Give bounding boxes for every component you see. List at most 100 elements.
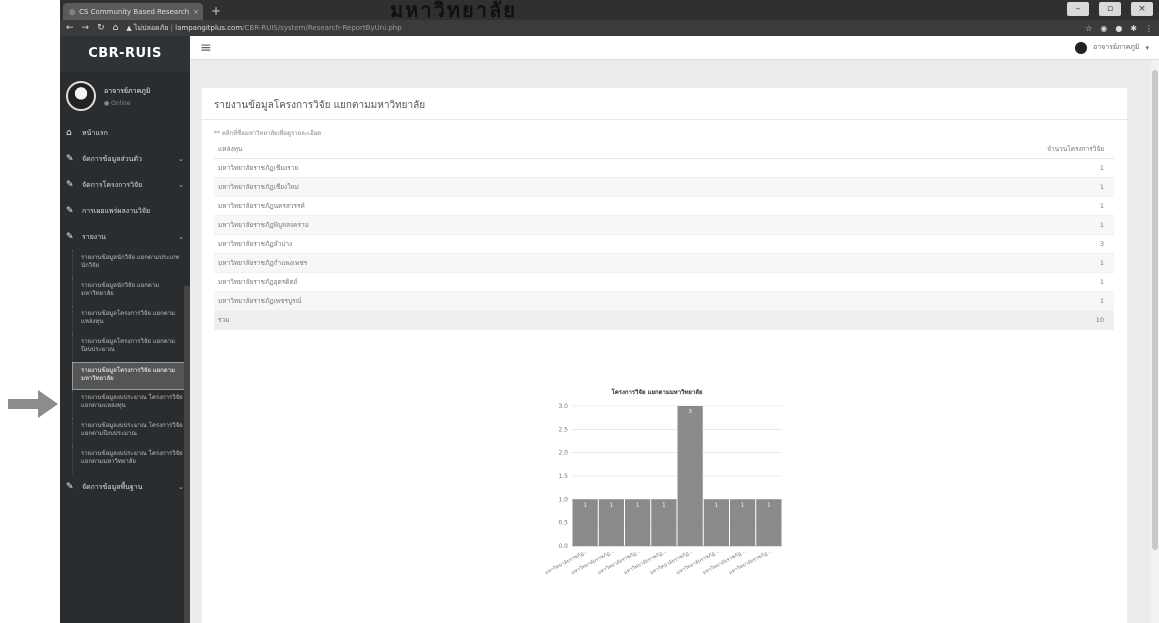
chart-title: โครงการวิจัย แยกตามมหาวิทยาลัย xyxy=(610,388,703,396)
table-row[interactable]: มหาวิทยาลัยราชภัฏพิบูลสงคราม 1 xyxy=(214,215,1114,235)
submenu-item[interactable]: รายงานข้อมูลโครงการวิจัย แยกตามปีงบประมา… xyxy=(72,334,190,362)
user-name: อาจารย์ภาคภูมิ xyxy=(104,86,151,95)
x-tick-label: มหาวิทยาลัยราชภัฏ... xyxy=(544,547,590,576)
sidebar-item-basic-data[interactable]: ✎ จัดการข้อมูลพื้นฐาน ⌄ xyxy=(60,474,190,500)
table-row[interactable]: มหาวิทยาลัยราชภัฏกำแพงเพชร 1 xyxy=(214,253,1114,273)
report-table-body: มหาวิทยาลัยราชภัฏเชียงราย 1 มหาวิทยาลัยราช… xyxy=(214,158,1114,330)
project-count-cell: 1 xyxy=(738,177,1114,197)
bar-value-label: 1 xyxy=(767,502,771,508)
university-name-cell[interactable]: มหาวิทยาลัยราชภัฏพิบูลสงคราม xyxy=(214,215,739,235)
maximize-button[interactable]: ▫ xyxy=(1099,2,1121,16)
submenu-item[interactable]: รายงานข้อมูลโครงการวิจัย แยกตามแหล่งทุน xyxy=(72,306,190,334)
report-panel: รายงานข้อมูลโครงการวิจัย แยกตามมหาวิทยาล… xyxy=(202,88,1127,623)
x-tick-label: มหาวิทยาลัยราชภัฏ... xyxy=(649,547,695,576)
university-name-cell[interactable]: มหาวิทยาลัยราชภัฏนครสวรรค์ xyxy=(214,196,739,216)
reload-icon[interactable]: ↻ xyxy=(97,23,105,33)
bar-value-label: 1 xyxy=(636,502,640,508)
table-row[interactable]: มหาวิทยาลัยราชภัฏนครสวรรค์ 1 xyxy=(214,196,1114,216)
extension-icon[interactable]: ● xyxy=(1115,24,1122,33)
y-tick-label: 0.5 xyxy=(558,520,568,527)
chevron-down-icon: ⌄ xyxy=(178,181,184,189)
bar-value-label: 1 xyxy=(715,502,719,508)
screenshot-frame: ◎ CS Community Based Research × + มหาวิท… xyxy=(0,0,1159,623)
edit-icon: ✎ xyxy=(66,180,74,190)
y-tick-label: 1.0 xyxy=(558,496,568,503)
university-name-cell[interactable]: มหาวิทยาลัยราชภัฏอุตรดิตถ์ xyxy=(214,272,739,292)
back-arrow-icon[interactable]: ← xyxy=(66,23,74,33)
forward-arrow-icon[interactable]: → xyxy=(82,23,90,33)
table-row[interactable]: มหาวิทยาลัยราชภัฏอุตรดิตถ์ 1 xyxy=(214,272,1114,292)
sidebar-item-4[interactable]: ✎ รายงาน ⌄ xyxy=(60,224,190,250)
browser-tab[interactable]: ◎ CS Community Based Research × xyxy=(63,3,203,20)
university-name-cell[interactable]: มหาวิทยาลัยราชภัฏเชียงราย xyxy=(214,158,739,178)
project-count-cell: 1 xyxy=(738,215,1114,235)
university-name-cell[interactable]: มหาวิทยาลัยราชภัฏกำแพงเพชร xyxy=(214,253,739,273)
bar-chart: โครงการวิจัย แยกตามมหาวิทยาลัย 0.0 0.5 1.0 1… xyxy=(542,360,802,603)
new-tab-button[interactable]: + xyxy=(211,4,221,18)
browser-tab-bar: ◎ CS Community Based Research × + มหาวิท… xyxy=(60,0,1159,20)
home-icon: ⌂ xyxy=(66,128,72,138)
window-controls: – ▫ × xyxy=(1067,2,1153,16)
bar-value-label: 1 xyxy=(583,502,587,508)
university-name-cell[interactable]: มหาวิทยาลัยราชภัฏเพชรบูรณ์ xyxy=(214,291,739,311)
address-bar: ← → ↻ ⌂ ▲ ไม่ปลอดภัย | lampangitplus.com… xyxy=(60,20,1159,36)
bar-value-label: 1 xyxy=(610,502,614,508)
puzzle-icon[interactable]: ✱ xyxy=(1130,24,1137,33)
url-path: /CBR-RUIS/system/Research-ReportByUni.ph… xyxy=(242,23,402,32)
project-count-cell: 1 xyxy=(738,196,1114,216)
page-scrollbar[interactable] xyxy=(1151,60,1159,623)
edit-icon: ✎ xyxy=(66,154,74,164)
project-count-cell: 1 xyxy=(738,253,1114,273)
submenu-item[interactable]: รายงานข้อมูลงบประมาณ โครงการวิจัย แยกตาม… xyxy=(72,418,190,446)
star-icon[interactable]: ☆ xyxy=(1085,24,1092,33)
project-count-cell: 1 xyxy=(738,158,1114,178)
tab-close-icon[interactable]: × xyxy=(193,8,199,16)
table-row[interactable]: มหาวิทยาลัยราชภัฏเชียงราย 1 xyxy=(214,158,1114,178)
sidebar-item-label: การเผยแพร่ผลงานวิจัย xyxy=(82,206,151,215)
watermark-title: มหาวิทยาลัย xyxy=(390,0,517,22)
close-window-button[interactable]: × xyxy=(1131,2,1153,16)
x-tick-label: มหาวิทยาลัยราชภัฏ... xyxy=(596,547,642,576)
x-tick-label: มหาวิทยาลัยราชภัฏ... xyxy=(675,547,721,576)
top-navbar: ≡ อาจารย์ภาคภูมิ ▾ xyxy=(190,36,1159,60)
sidebar-item-label: รายงาน xyxy=(82,232,106,241)
sidebar-item-1[interactable]: ✎ จัดการข้อมูลส่วนตัว ⌄ xyxy=(60,146,190,172)
url-field[interactable]: ▲ ไม่ปลอดภัย | lampangitplus.com/CBR-RUI… xyxy=(126,23,1077,34)
x-tick-label: มหาวิทยาลัยราชภัฏ... xyxy=(623,547,669,576)
sidebar-item-0[interactable]: ⌂ หน้าแรก xyxy=(60,120,190,146)
menu-kebab-icon[interactable]: ⋮ xyxy=(1145,24,1153,33)
sidebar-item-label: หน้าแรก xyxy=(82,128,108,137)
pointer-arrow-icon xyxy=(8,390,58,418)
university-name-cell[interactable]: มหาวิทยาลัยราชภัฏลำปาง xyxy=(214,234,739,254)
submenu-item[interactable]: รายงานข้อมูลงบประมาณ โครงการวิจัย แยกตาม… xyxy=(72,446,190,474)
submenu-item[interactable]: รายงานข้อมูลนักวิจัย แยกตามมหาวิทยาลัย xyxy=(72,278,190,306)
home-icon[interactable]: ⌂ xyxy=(113,23,119,33)
sidebar: CBR-RUIS อาจารย์ภาคภูมิ ● Online ⌂ หน้าแร… xyxy=(60,36,190,623)
extension-icon[interactable]: ◉ xyxy=(1100,24,1107,33)
sidebar-item-label: จัดการข้อมูลพื้นฐาน xyxy=(82,482,143,491)
submenu-item-active[interactable]: รายงานข้อมูลโครงการวิจัย แยกตามมหาวิทยาล… xyxy=(72,362,190,390)
chart-bar xyxy=(677,406,703,546)
online-dot-icon: ● xyxy=(104,99,110,107)
total-label: รวม xyxy=(214,310,739,330)
report-submenu: รายงานข้อมูลนักวิจัย แยกตามประเภทนักวิจั… xyxy=(60,250,190,474)
app-root: CBR-RUIS อาจารย์ภาคภูมิ ● Online ⌂ หน้าแร… xyxy=(60,36,1159,623)
bar-chart-svg: โครงการวิจัย แยกตามมหาวิทยาลัย 0.0 0.5 1.0 1… xyxy=(544,388,782,576)
table-row[interactable]: มหาวิทยาลัยราชภัฏลำปาง 3 xyxy=(214,234,1114,254)
sidebar-item-2[interactable]: ✎ จัดการโครงการวิจัย ⌄ xyxy=(60,172,190,198)
bar-value-label: 3 xyxy=(688,409,692,415)
scrollbar-thumb[interactable] xyxy=(1152,70,1158,550)
hamburger-menu-icon[interactable]: ≡ xyxy=(200,40,212,56)
brand-logo[interactable]: CBR-RUIS xyxy=(60,36,190,72)
user-menu-dropdown[interactable]: อาจารย์ภาคภูมิ ▾ xyxy=(1075,41,1149,54)
minimize-button[interactable]: – xyxy=(1067,2,1089,16)
university-name-cell[interactable]: มหาวิทยาลัยราชภัฏเชียงใหม่ xyxy=(214,177,739,197)
submenu-item[interactable]: รายงานข้อมูลงบประมาณ โครงการวิจัย แยกตาม… xyxy=(72,390,190,418)
table-row[interactable]: มหาวิทยาลัยราชภัฏเพชรบูรณ์ 1 xyxy=(214,291,1114,311)
table-row[interactable]: มหาวิทยาลัยราชภัฏเชียงใหม่ 1 xyxy=(214,177,1114,197)
edit-icon: ✎ xyxy=(66,206,74,216)
x-tick-label: มหาวิทยาลัยราชภัฏ... xyxy=(701,547,747,576)
submenu-item[interactable]: รายงานข้อมูลนักวิจัย แยกตามประเภทนักวิจั… xyxy=(72,250,190,278)
avatar xyxy=(66,81,96,111)
sidebar-item-3[interactable]: ✎ การเผยแพร่ผลงานวิจัย xyxy=(60,198,190,224)
